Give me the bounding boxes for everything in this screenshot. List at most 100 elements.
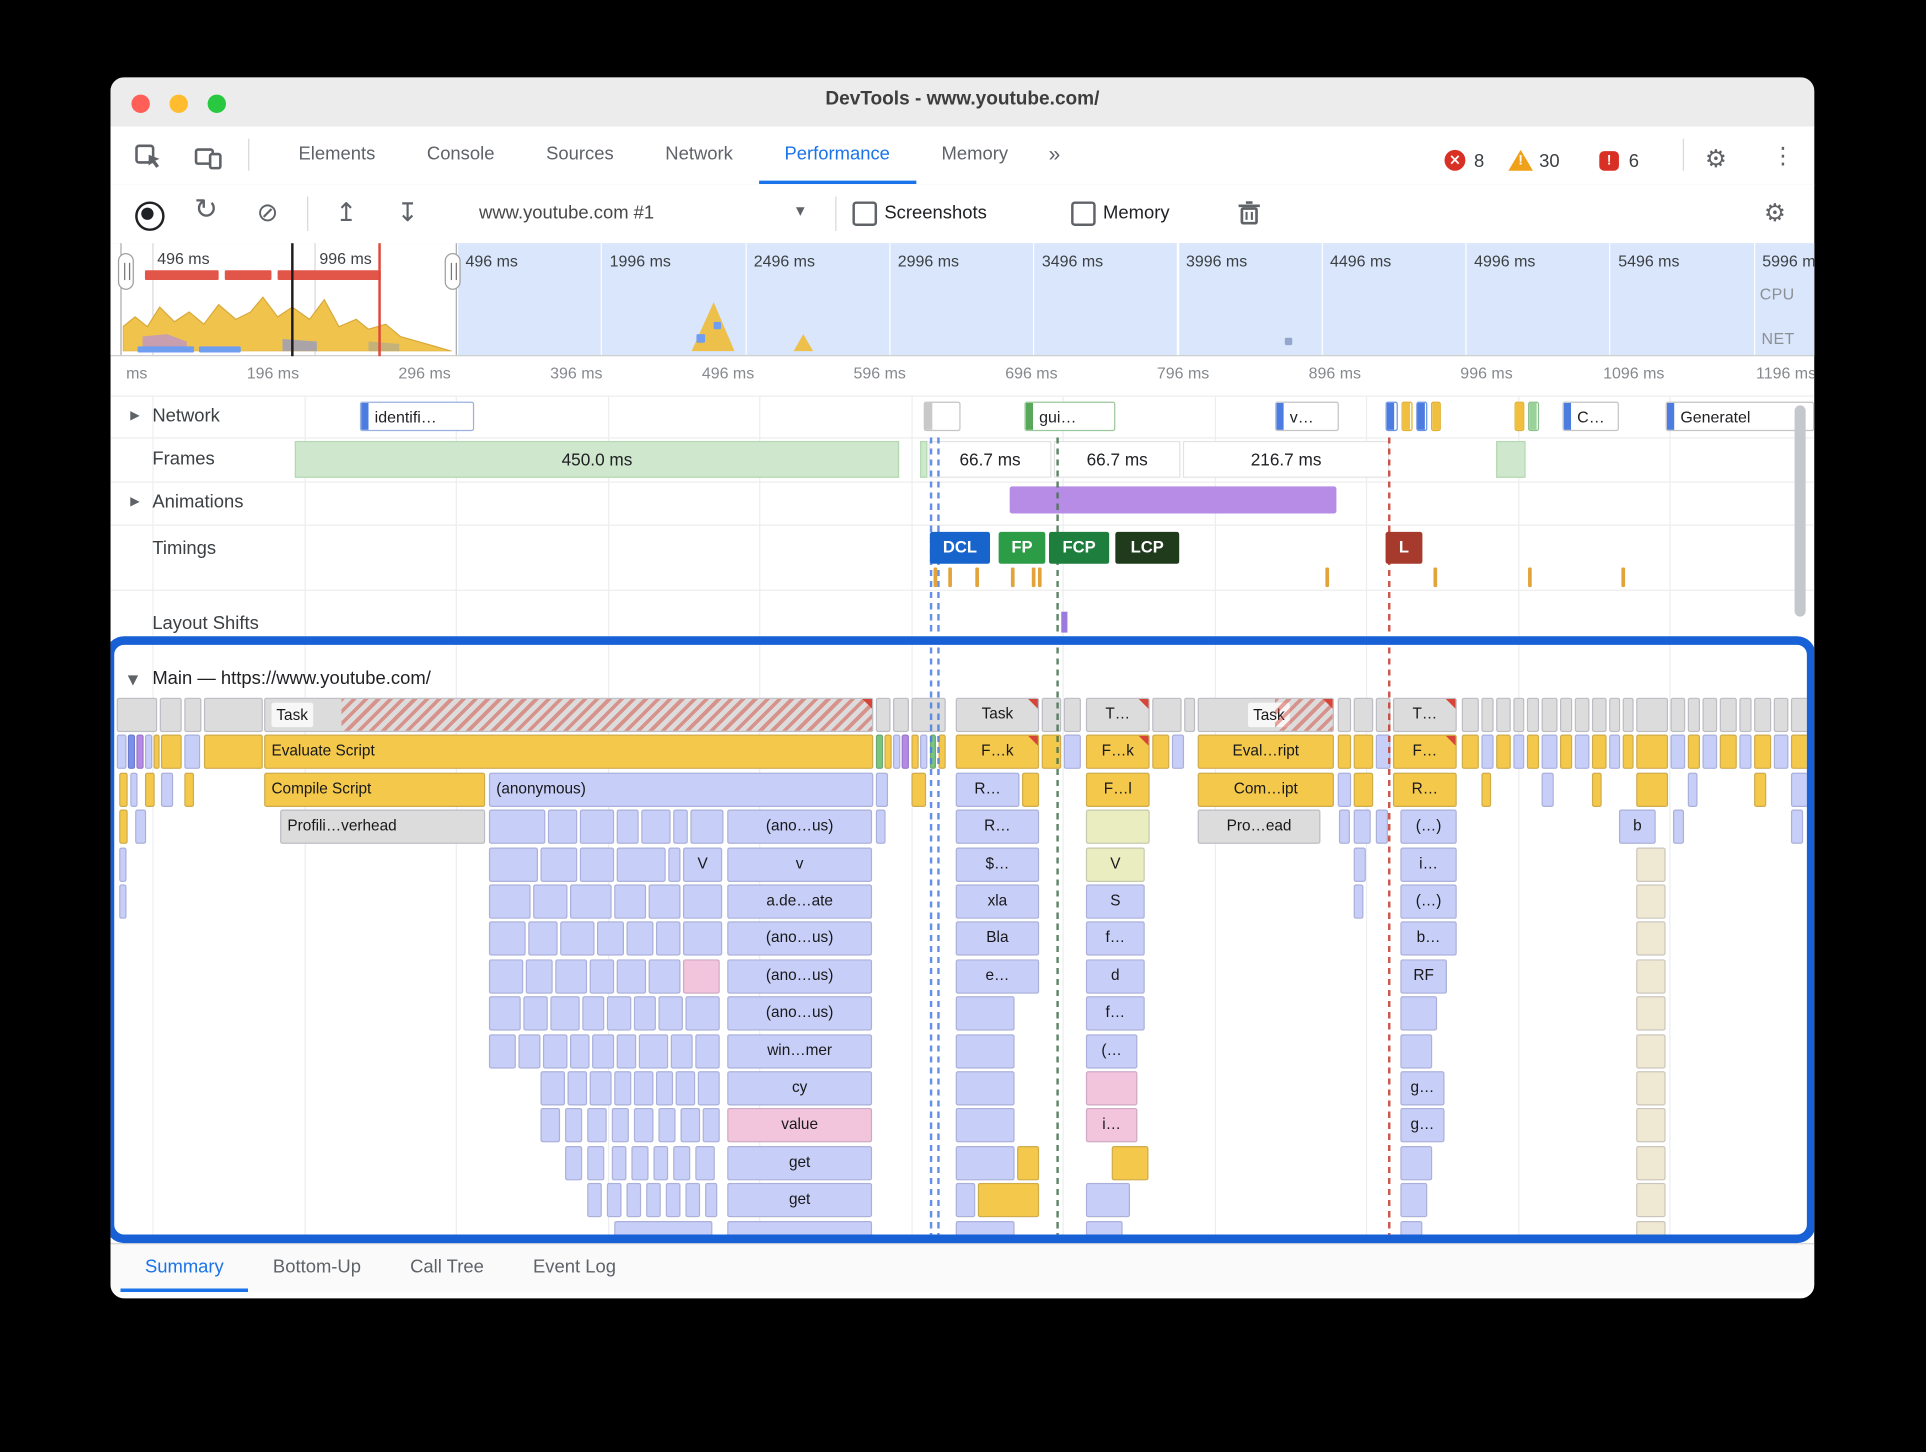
- save-profile-icon[interactable]: ↧: [397, 198, 419, 227]
- flame-block[interactable]: i…: [1085, 1107, 1138, 1143]
- timing-marker-dcl[interactable]: DCL: [929, 531, 991, 564]
- flame-block[interactable]: [119, 809, 128, 844]
- flame-block[interactable]: [1481, 772, 1492, 808]
- flame-block[interactable]: [977, 1182, 1040, 1218]
- flame-block[interactable]: [1636, 1107, 1666, 1143]
- flame-block[interactable]: [655, 1071, 674, 1106]
- flame-block[interactable]: [892, 697, 909, 733]
- flame-block[interactable]: [528, 921, 558, 956]
- flame-block[interactable]: R…: [955, 772, 1020, 808]
- flame-block[interactable]: [1526, 734, 1540, 769]
- flame-block[interactable]: get: [727, 1182, 873, 1218]
- flame-block[interactable]: [884, 734, 892, 769]
- flame-block[interactable]: Eval…ript: [1197, 734, 1334, 769]
- bottom-tab-call-tree[interactable]: Call Tree: [386, 1243, 509, 1292]
- flame-block[interactable]: [525, 959, 553, 994]
- flame-block[interactable]: [955, 1146, 1015, 1181]
- flame-block[interactable]: [1337, 734, 1352, 769]
- flame-block[interactable]: [1353, 809, 1371, 844]
- issues-icon[interactable]: !: [1599, 151, 1619, 171]
- flame-block[interactable]: [596, 921, 624, 956]
- flame-block[interactable]: [626, 1182, 642, 1218]
- flame-block[interactable]: RF: [1400, 959, 1447, 994]
- flame-block[interactable]: [1171, 734, 1185, 769]
- frame-block[interactable]: 216.7 ms: [1182, 440, 1390, 478]
- flame-block[interactable]: [1337, 697, 1352, 733]
- flame-block[interactable]: [665, 1182, 681, 1218]
- flame-block[interactable]: [1702, 697, 1718, 733]
- flame-block[interactable]: [1622, 697, 1634, 733]
- flame-block[interactable]: [488, 809, 546, 844]
- flame-block[interactable]: [611, 1107, 629, 1143]
- network-request[interactable]: gui…: [1024, 401, 1116, 432]
- flame-block[interactable]: [1574, 734, 1590, 769]
- network-request[interactable]: v…: [1275, 401, 1339, 432]
- flame-block[interactable]: [565, 1107, 583, 1143]
- vertical-scrollbar[interactable]: [1794, 405, 1806, 617]
- flame-block[interactable]: [1636, 697, 1669, 733]
- profile-select[interactable]: www.youtube.com #1: [479, 203, 654, 224]
- timing-marker-fp[interactable]: FP: [998, 531, 1046, 564]
- flame-block[interactable]: [130, 772, 138, 808]
- flame-block[interactable]: Evaluate Script: [264, 734, 874, 769]
- flame-block[interactable]: [1513, 734, 1525, 769]
- flame-block[interactable]: [1754, 697, 1772, 733]
- load-profile-icon[interactable]: ↥: [335, 198, 357, 227]
- flame-block[interactable]: [136, 734, 144, 769]
- flame-block[interactable]: Task: [955, 697, 1040, 733]
- frame-block[interactable]: 66.7 ms: [1053, 440, 1181, 478]
- flame-block[interactable]: [1636, 959, 1666, 994]
- frame-block[interactable]: 66.7 ms: [928, 440, 1052, 478]
- flame-block[interactable]: [184, 734, 201, 769]
- flame-block[interactable]: [680, 1107, 701, 1143]
- flame-block[interactable]: (…: [1085, 1034, 1138, 1069]
- flame-block[interactable]: [184, 697, 202, 733]
- flame-block[interactable]: [685, 1182, 701, 1218]
- flame-block[interactable]: g…: [1400, 1071, 1445, 1106]
- layout-shift-marker[interactable]: [1061, 611, 1068, 633]
- flame-block[interactable]: [1481, 697, 1494, 733]
- frame-block[interactable]: [920, 440, 928, 478]
- flame-block[interactable]: [579, 809, 615, 844]
- flame-block[interactable]: [673, 809, 688, 844]
- flame-block[interactable]: [1085, 1182, 1131, 1218]
- flame-block[interactable]: [488, 884, 531, 919]
- flame-block[interactable]: (…): [1400, 884, 1457, 919]
- flame-block[interactable]: [1687, 772, 1698, 808]
- selection-right-handle[interactable]: [444, 253, 461, 290]
- flame-block[interactable]: [523, 996, 548, 1031]
- flame-block[interactable]: f…: [1085, 996, 1145, 1031]
- flame-block[interactable]: [1636, 996, 1666, 1031]
- flame-block[interactable]: [955, 1071, 1015, 1106]
- flame-block[interactable]: [1739, 697, 1752, 733]
- flame-block[interactable]: Com…ipt: [1197, 772, 1334, 808]
- flame-block[interactable]: [1754, 734, 1772, 769]
- flame-block[interactable]: [1353, 697, 1374, 733]
- flame-block[interactable]: [901, 734, 909, 769]
- flame-block[interactable]: d: [1085, 959, 1145, 994]
- flame-block[interactable]: [1400, 1220, 1423, 1235]
- flame-block[interactable]: [1400, 1182, 1428, 1218]
- network-request[interactable]: identifi…: [359, 401, 475, 432]
- flame-block[interactable]: [685, 996, 720, 1031]
- network-request[interactable]: [1431, 401, 1441, 432]
- flame-block[interactable]: F…l: [1085, 772, 1150, 808]
- flame-block[interactable]: V: [1085, 847, 1145, 882]
- flame-block[interactable]: [153, 734, 160, 769]
- flame-block[interactable]: [911, 734, 919, 769]
- flame-block[interactable]: [611, 1146, 627, 1181]
- flame-block[interactable]: Task: [264, 697, 874, 733]
- animations-track-label[interactable]: Animations: [152, 491, 243, 512]
- flame-block[interactable]: [567, 1071, 588, 1106]
- error-count[interactable]: 8: [1474, 151, 1484, 172]
- flame-block[interactable]: [1541, 772, 1554, 808]
- flame-block[interactable]: [533, 884, 568, 919]
- chevron-down-icon[interactable]: ▾: [796, 201, 805, 221]
- flame-block[interactable]: [1063, 734, 1081, 769]
- flame-block[interactable]: (ano…us): [727, 809, 873, 844]
- flame-block[interactable]: [633, 996, 656, 1031]
- flame-block[interactable]: [920, 734, 928, 769]
- flame-block[interactable]: [614, 1071, 632, 1106]
- flame-block[interactable]: [119, 847, 127, 882]
- flame-block[interactable]: [1111, 1146, 1149, 1181]
